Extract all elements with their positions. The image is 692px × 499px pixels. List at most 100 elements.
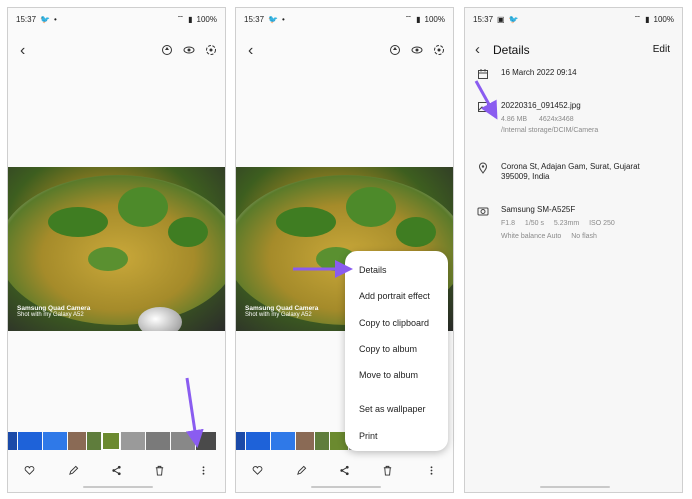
- eye-icon[interactable]: [183, 44, 195, 56]
- bottom-toolbar: [236, 460, 453, 480]
- calendar-icon: [478, 69, 488, 79]
- status-time: 15:37: [473, 14, 494, 24]
- remaster-icon[interactable]: [205, 44, 217, 56]
- menu-item-set-as-wallpaper[interactable]: Set as wallpaper: [345, 396, 448, 422]
- detail-resolution: 4624x3468: [538, 116, 574, 123]
- twitter-icon: 🐦: [268, 14, 278, 24]
- herb-garnish: [88, 247, 128, 271]
- rotate-icon[interactable]: [389, 44, 401, 56]
- menu-item-copy-to-album[interactable]: Copy to album: [345, 336, 448, 362]
- thumbnail[interactable]: [315, 432, 329, 450]
- detail-device: Samsung SM-A525F: [501, 205, 576, 214]
- herb-garnish: [168, 217, 208, 247]
- detail-white-balance: White balance Auto: [501, 233, 562, 240]
- pencil-icon[interactable]: [296, 465, 307, 476]
- detail-iso: ISO 250: [589, 220, 615, 227]
- thumbnail[interactable]: [171, 432, 195, 450]
- location-pin-icon: [478, 162, 488, 174]
- detail-row-file: 20220316_091452.jpg 4.86 MB 4624x3468 /I…: [477, 101, 674, 141]
- twitter-icon: 🐦: [508, 14, 519, 24]
- menu-item-details[interactable]: Details: [345, 257, 448, 283]
- twitter-icon: 🐦: [40, 14, 50, 24]
- detail-row-location: Corona St, Adajan Gam, Surat, Gujarat 39…: [477, 162, 674, 186]
- battery-level: 100%: [653, 14, 674, 24]
- thumbnail[interactable]: [271, 432, 295, 450]
- phone-screen-gallery: 15:37 🐦 • ⌔ ▮ 100% ‹ Samsung Quad Camera…: [7, 7, 226, 493]
- menu-item-print[interactable]: Print: [345, 423, 448, 449]
- home-indicator: [540, 486, 610, 488]
- battery-level: 100%: [424, 14, 445, 24]
- remaster-icon[interactable]: [433, 44, 445, 56]
- wifi-icon: ⌔: [404, 14, 413, 23]
- watermark-line1: Samsung Quad Camera: [245, 305, 319, 312]
- watermark-line2: Shot with my Galaxy A52: [17, 312, 84, 318]
- camera-watermark: Samsung Quad Camera Shot with my Galaxy …: [17, 305, 90, 319]
- more-options-menu: Details Add portrait effect Copy to clip…: [345, 251, 448, 451]
- menu-item-move-to-album[interactable]: Move to album: [345, 362, 448, 388]
- watermark-line2: Shot with my Galaxy A52: [245, 312, 312, 318]
- thumbnail[interactable]: [296, 432, 314, 450]
- herb-garnish: [396, 217, 436, 247]
- more-icon[interactable]: [426, 465, 437, 476]
- detail-row-device: Samsung SM-A525F F1.8 1/50 s 5.23mm ISO …: [477, 205, 674, 249]
- share-icon[interactable]: [339, 465, 350, 476]
- edit-button[interactable]: Edit: [653, 44, 670, 55]
- camera-icon: [477, 207, 489, 216]
- wifi-icon: ⌔: [176, 14, 185, 23]
- thumbnail[interactable]: [87, 432, 101, 450]
- detail-file-name: 20220316_091452.jpg: [501, 101, 581, 110]
- notification-icon: •: [54, 14, 57, 24]
- bottom-toolbar: [8, 460, 225, 480]
- detail-flash: No flash: [571, 233, 597, 240]
- camera-watermark: Samsung Quad Camera Shot with my Galaxy …: [245, 305, 318, 319]
- photo-preview[interactable]: Samsung Quad Camera Shot with my Galaxy …: [8, 167, 225, 331]
- trash-icon[interactable]: [154, 465, 165, 476]
- thumbnail[interactable]: [18, 432, 42, 450]
- detail-aperture: F1.8: [501, 220, 516, 227]
- thumbnail[interactable]: [146, 432, 170, 450]
- herb-garnish: [276, 207, 336, 237]
- home-indicator: [311, 486, 381, 488]
- status-time: 15:37: [244, 14, 265, 24]
- thumbnail[interactable]: [8, 432, 17, 450]
- back-icon[interactable]: ‹: [475, 41, 480, 58]
- status-bar: 15:37 🐦 • ⌔ ▮ 100%: [244, 13, 445, 25]
- signal-icon: ▮: [645, 14, 650, 24]
- detail-location: Corona St, Adajan Gam, Surat, Gujarat 39…: [501, 162, 640, 181]
- thumbnail[interactable]: [196, 432, 216, 450]
- thumbnail[interactable]: [236, 432, 245, 450]
- back-icon[interactable]: ‹: [248, 42, 253, 60]
- share-icon[interactable]: [111, 465, 122, 476]
- thumbnail[interactable]: [246, 432, 270, 450]
- page-title: Details: [493, 43, 530, 57]
- trash-icon[interactable]: [382, 465, 393, 476]
- watermark-line1: Samsung Quad Camera: [17, 305, 91, 312]
- image-icon: ▣: [497, 14, 505, 24]
- heart-icon[interactable]: [24, 465, 35, 476]
- thumbnail-selected[interactable]: [102, 432, 120, 450]
- eye-icon[interactable]: [411, 44, 423, 56]
- rotate-icon[interactable]: [161, 44, 173, 56]
- herb-garnish: [48, 207, 108, 237]
- battery-level: 100%: [196, 14, 217, 24]
- detail-row-date: 16 March 2022 09:14: [477, 68, 674, 82]
- thumbnail[interactable]: [121, 432, 145, 450]
- pencil-icon[interactable]: [68, 465, 79, 476]
- thumbnail-strip[interactable]: [8, 432, 225, 450]
- herb-garnish: [118, 187, 168, 227]
- detail-file-size: 4.86 MB: [501, 116, 528, 123]
- wifi-icon: ⌔: [633, 14, 642, 23]
- back-icon[interactable]: ‹: [20, 42, 25, 60]
- menu-item-add-portrait-effect[interactable]: Add portrait effect: [345, 283, 448, 309]
- spoon: [138, 307, 182, 331]
- status-bar: 15:37 ▣ 🐦 ⌔ ▮ 100%: [473, 13, 674, 25]
- thumbnail[interactable]: [68, 432, 86, 450]
- more-icon[interactable]: [198, 465, 209, 476]
- signal-icon: ▮: [188, 14, 193, 24]
- menu-item-copy-to-clipboard[interactable]: Copy to clipboard: [345, 310, 448, 336]
- status-bar: 15:37 🐦 • ⌔ ▮ 100%: [16, 13, 217, 25]
- heart-icon[interactable]: [252, 465, 263, 476]
- thumbnail[interactable]: [43, 432, 67, 450]
- notification-icon: •: [282, 14, 285, 24]
- home-indicator: [83, 486, 153, 488]
